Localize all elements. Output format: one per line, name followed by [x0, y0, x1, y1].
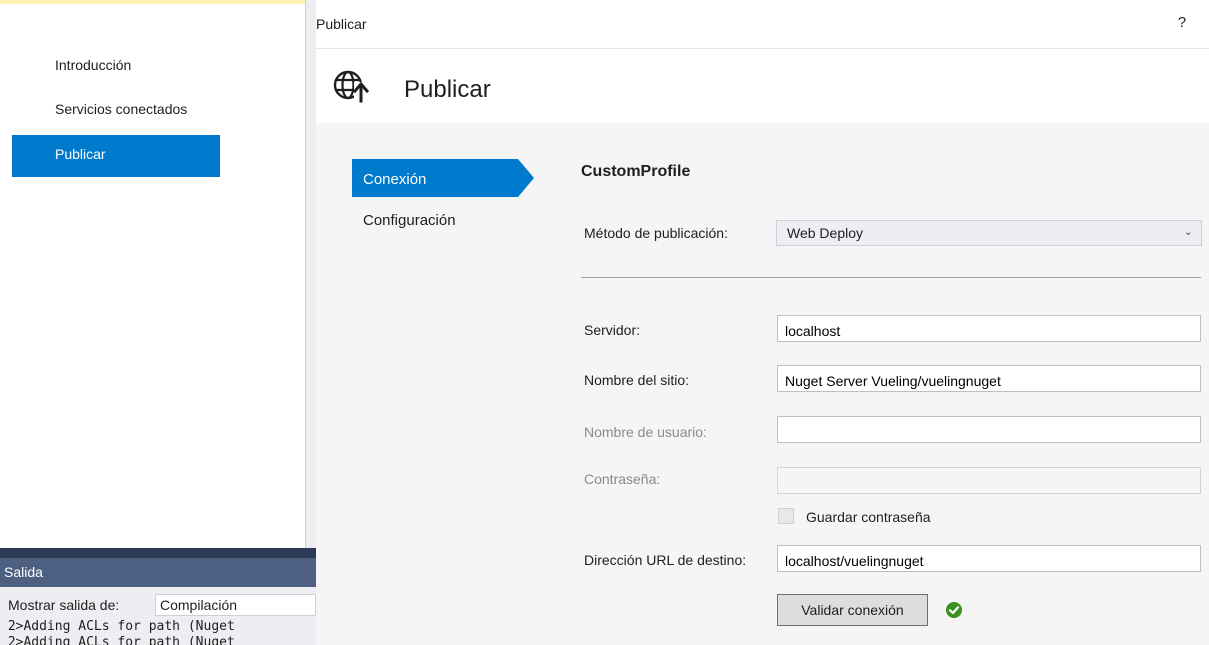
- step-configuration[interactable]: Configuración: [363, 212, 456, 229]
- publish-dialog: Publicar ? Publicar Conexión Configuraci…: [316, 0, 1209, 645]
- profile-name: CustomProfile: [581, 163, 691, 180]
- server-input[interactable]: [777, 315, 1201, 342]
- site-name-input[interactable]: [777, 365, 1201, 392]
- log-line: 2>Adding ACLs for path (Nuget: [0, 635, 235, 645]
- output-panel-title: Salida: [0, 558, 316, 587]
- publish-method-value: Web Deploy: [787, 225, 864, 241]
- dialog-title: Publicar: [316, 16, 367, 32]
- password-input[interactable]: [777, 467, 1201, 494]
- page-title: Publicar: [404, 76, 491, 103]
- output-toolbar: Mostrar salida de: Compilación: [0, 594, 316, 618]
- panel-separator: [0, 548, 316, 558]
- step-connection[interactable]: Conexión: [352, 159, 518, 197]
- globe-upload-icon: [333, 70, 370, 103]
- output-log[interactable]: 2>Adding ACLs for path (Nuget 2>Adding A…: [0, 619, 316, 645]
- nav-item-publish[interactable]: Publicar: [12, 135, 220, 177]
- check-circle-icon: [946, 602, 962, 618]
- username-input[interactable]: [777, 416, 1201, 443]
- publish-method-select[interactable]: Web Deploy ⌄: [776, 220, 1202, 246]
- site-name-label: Nombre del sitio:: [584, 372, 690, 388]
- chevron-down-icon: ⌄: [1183, 226, 1193, 238]
- output-source-select[interactable]: Compilación: [155, 594, 316, 616]
- save-password-checkbox[interactable]: [778, 508, 794, 524]
- help-button[interactable]: ?: [1172, 14, 1192, 34]
- save-password-label[interactable]: Guardar contraseña: [806, 509, 931, 525]
- background-window: Introducción Servicios conectados Public…: [0, 0, 317, 645]
- output-panel: Salida Mostrar salida de: Compilación 2>…: [0, 558, 316, 645]
- dialog-titlebar: Publicar ?: [316, 0, 1209, 49]
- server-label: Servidor:: [584, 322, 641, 338]
- nav-item-introduction[interactable]: Introducción: [12, 46, 220, 88]
- username-label: Nombre de usuario:: [584, 424, 707, 440]
- destination-url-label: Dirección URL de destino:: [584, 552, 747, 568]
- nav-item-connected-services[interactable]: Servicios conectados: [12, 90, 220, 132]
- window-top-strip: [0, 0, 316, 4]
- validate-connection-button[interactable]: Validar conexión: [777, 594, 928, 626]
- dialog-body: Conexión Configuración CustomProfile Mét…: [316, 123, 1209, 645]
- publish-method-label: Método de publicación:: [584, 225, 728, 241]
- form-divider: [581, 277, 1201, 278]
- password-label: Contraseña:: [584, 471, 661, 487]
- active-step-pointer: [518, 159, 534, 197]
- log-line: 2>Adding ACLs for path (Nuget: [0, 619, 235, 634]
- output-source-label: Mostrar salida de:: [8, 597, 120, 613]
- destination-url-input[interactable]: [777, 545, 1201, 572]
- dialog-header: Publicar: [316, 49, 1209, 123]
